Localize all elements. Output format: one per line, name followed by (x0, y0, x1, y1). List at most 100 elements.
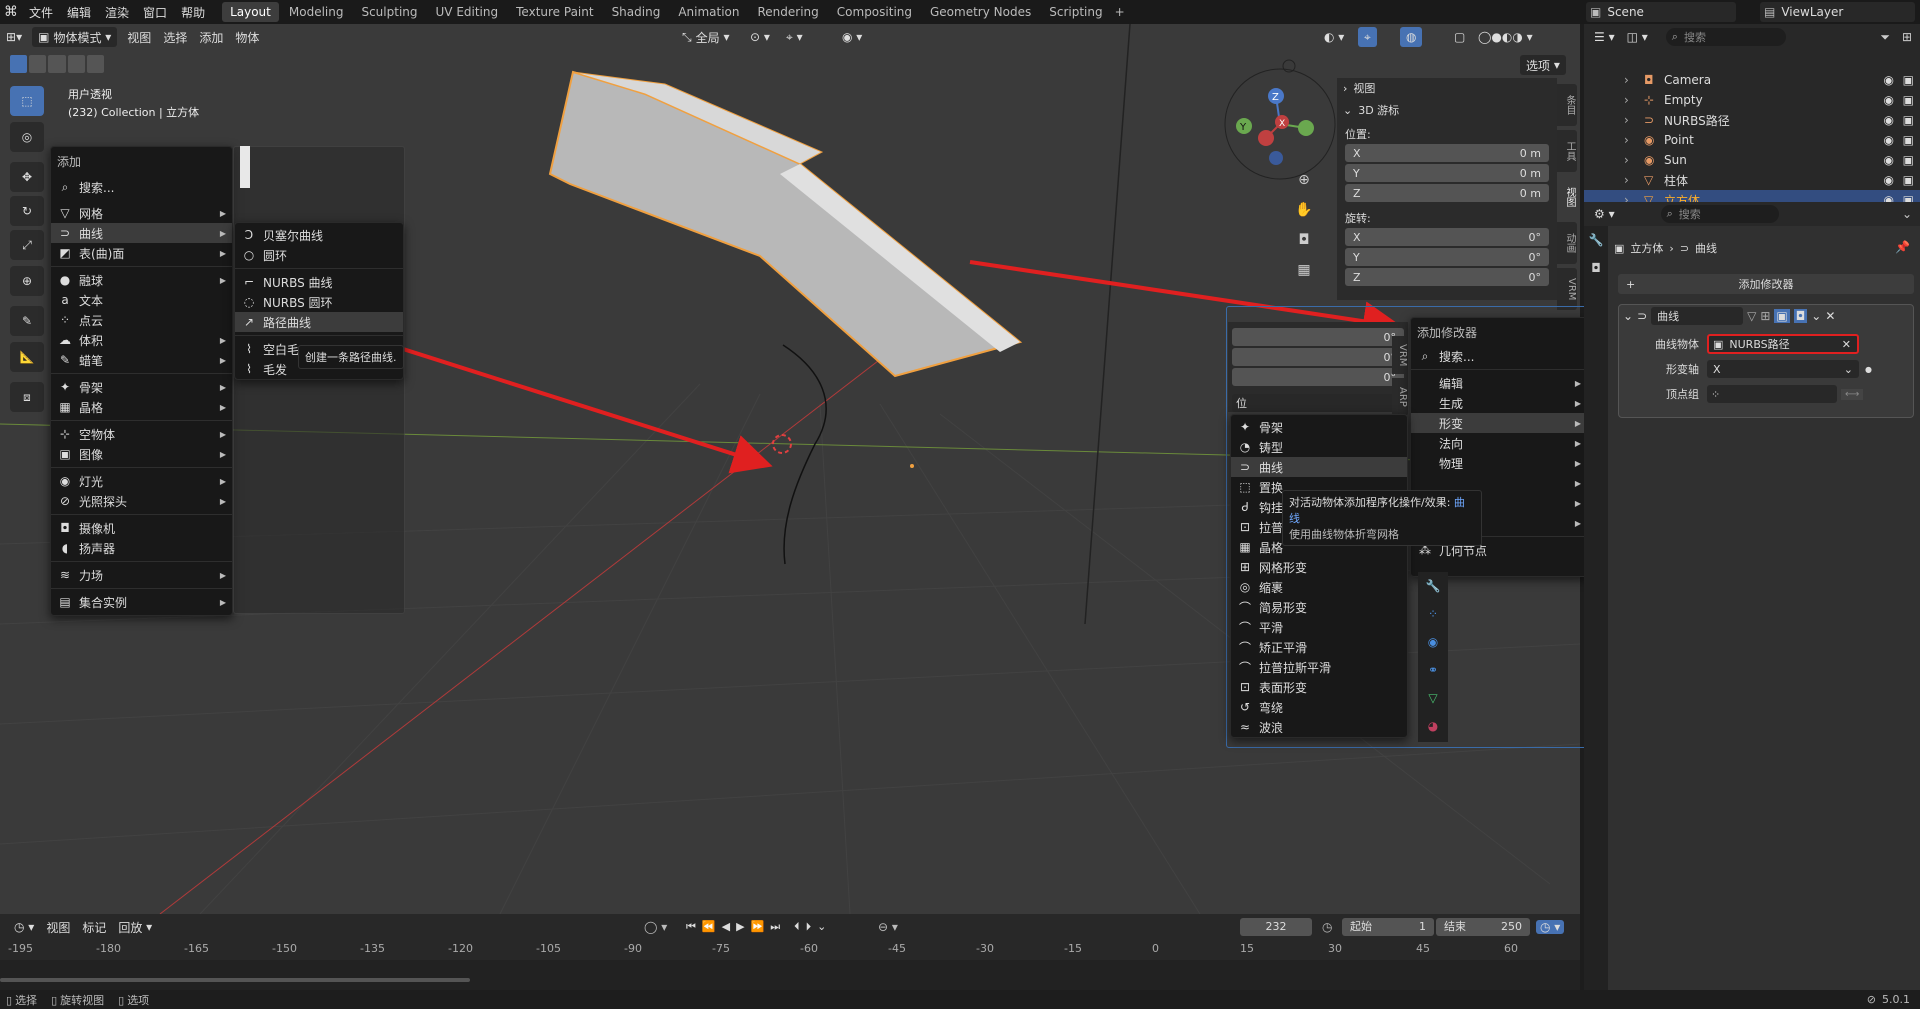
top-menu-item[interactable]: 文件 (22, 4, 60, 21)
eye-icon[interactable]: ◉ (1884, 173, 1894, 187)
pin-icon[interactable]: 📌 (1895, 240, 1910, 254)
start-frame-field[interactable]: 起始 1 (1342, 918, 1434, 936)
modifier-menu-icon[interactable]: ⌄ (1811, 309, 1821, 323)
outliner-row[interactable]: › ⊹ Empty ◉ ▣ (1584, 90, 1920, 110)
modifier-category[interactable]: 形变 ▶ (1411, 413, 1587, 433)
jump-start-icon[interactable]: ⏮ (686, 920, 696, 934)
top-menu-item[interactable]: 渲染 (98, 4, 136, 21)
workspace-tab[interactable]: Shading (604, 2, 669, 22)
modifier-category[interactable]: 生成 ▶ (1411, 393, 1587, 413)
modifier-category[interactable]: 法向 ▶ (1411, 433, 1587, 453)
particles-icon[interactable]: ⁘ (1418, 600, 1448, 628)
render-toggle-icon[interactable]: ◘ (1793, 309, 1808, 323)
curve-submenu-item[interactable]: Ↄ 贝塞尔曲线 (235, 225, 403, 245)
camera-render-icon[interactable]: ▣ (1903, 133, 1914, 147)
pan-hand-icon[interactable]: ✋ (1292, 202, 1316, 226)
workspace-tab[interactable]: Compositing (829, 2, 920, 22)
editor-type-button[interactable]: ⊞ ▾ (0, 27, 28, 47)
add-menu-item[interactable]: ▤ 集合实例 ▶ (51, 592, 232, 612)
end-frame-field[interactable]: 结束 250 (1436, 918, 1530, 936)
add-menu-item[interactable]: ● 融球 ▶ (51, 270, 232, 290)
top-menu-item[interactable]: 编辑 (60, 4, 98, 21)
deform-modifier-item[interactable]: ⊞ 网格形变 (1231, 557, 1407, 577)
new-collection-icon[interactable]: ⊞ (1902, 30, 1912, 44)
render-tab-icon[interactable]: ◘ (1584, 254, 1608, 282)
add-menu-item[interactable]: ☁ 体积 ▶ (51, 330, 232, 350)
modifier-category[interactable]: 编辑 ▶ (1411, 373, 1587, 393)
workspace-tab[interactable]: Modeling (281, 2, 352, 22)
camera-render-icon[interactable]: ▣ (1903, 153, 1914, 167)
prev-marker-icon[interactable]: ⏴ (794, 920, 800, 934)
overlay-toggle-icon[interactable]: ◍ (1400, 27, 1423, 47)
deform-modifier-item[interactable]: ⌒ 平滑 (1231, 617, 1407, 637)
add-menu-item[interactable]: ◩ 表(曲)面 ▶ (51, 243, 232, 263)
cursor-section-header[interactable]: ⌄ 3D 游标 (1337, 98, 1557, 122)
expand-arrow-icon[interactable]: › (1624, 113, 1644, 127)
measure-tool-button[interactable]: 📐 (10, 342, 44, 372)
display-mode-icon[interactable]: ◫ ▾ (1621, 27, 1654, 47)
outliner-row[interactable]: › ◘ Camera ◉ ▣ (1584, 70, 1920, 90)
camera-view-icon[interactable]: ◘ (1292, 232, 1316, 256)
outliner-row[interactable]: › ◉ Point ◉ ▣ (1584, 130, 1920, 150)
workspace-tab[interactable]: Texture Paint (508, 2, 601, 22)
deform-modifier-item[interactable]: ↺ 弯绕 (1231, 697, 1407, 717)
add-workspace-button[interactable]: + (1115, 5, 1125, 19)
eye-icon[interactable]: ◉ (1884, 133, 1894, 147)
sidebar-tab[interactable]: 工具 (1557, 130, 1577, 172)
jump-end-icon[interactable]: ⏭ (770, 920, 780, 934)
curve-submenu-item[interactable]: ◌ NURBS 圆环 (235, 292, 403, 312)
add-menu-item[interactable]: ▽ 网格 ▶ (51, 203, 232, 223)
add-menu-item[interactable]: ⊹ 空物体 ▶ (51, 424, 232, 444)
cage-toggle-icon[interactable]: ⊞ (1760, 309, 1770, 323)
sidebar-tab[interactable]: 动画 (1557, 222, 1577, 264)
vector-field[interactable]: Z 0° (1345, 268, 1549, 286)
curve-object-field[interactable]: ▣ NURBS路径 ✕ (1707, 334, 1859, 354)
add-menu-item[interactable]: ≋ 力场 ▶ (51, 565, 232, 585)
material-icon[interactable]: ◕ (1418, 712, 1448, 740)
add-menu-search[interactable]: ⌕ 搜索... (51, 177, 232, 197)
add-modifier-button[interactable]: + 添加修改器 (1618, 274, 1914, 294)
workspace-tab[interactable]: Scripting (1041, 2, 1110, 22)
viewport-menu-item[interactable]: 添加 (193, 27, 229, 47)
add-cube-tool-button[interactable]: ⧈ (10, 382, 44, 412)
eye-icon[interactable]: ◉ (1884, 73, 1894, 87)
timeline-scrollbar[interactable] (0, 978, 470, 982)
xray-toggle-icon[interactable]: ▢ (1448, 27, 1471, 47)
timeline-menu-item[interactable]: 标记 (76, 917, 112, 937)
add-menu-item[interactable]: ⁘ 点云 (51, 310, 232, 330)
workspace-tab[interactable]: Animation (670, 2, 747, 22)
outliner-search[interactable]: ⌕ 搜索 (1665, 28, 1786, 46)
properties-editor-icon[interactable]: ⚙ ▾ (1588, 204, 1621, 224)
add-menu-item[interactable]: ✎ 蜡笔 ▶ (51, 350, 232, 370)
sync-icon[interactable]: ⊖ ▾ (878, 920, 898, 934)
next-keyframe-icon[interactable]: ⏩ (751, 920, 765, 934)
zoom-icon[interactable]: ⊕ (1292, 172, 1316, 196)
auto-key-icon[interactable]: ◯ ▾ (644, 920, 667, 934)
move-tool-button[interactable]: ✥ (10, 162, 44, 192)
select-mode-buttons[interactable] (10, 55, 105, 73)
expand-arrow-icon[interactable]: › (1624, 93, 1644, 107)
expand-arrow-icon[interactable]: › (1624, 173, 1644, 187)
current-frame-field[interactable]: 232 (1240, 918, 1312, 936)
add-menu-item[interactable]: ✦ 骨架 ▶ (51, 377, 232, 397)
curve-submenu-item[interactable]: ○ 圆环 (235, 245, 403, 265)
use-preview-icon[interactable]: ◷ (1322, 920, 1332, 934)
cursor-tool-button[interactable]: ◎ (10, 122, 44, 152)
camera-render-icon[interactable]: ▣ (1903, 93, 1914, 107)
transform-orientation[interactable]: ⤡ 全局 ▾ (676, 27, 735, 47)
curve-submenu-item[interactable]: ⌐ NURBS 曲线 (235, 272, 403, 292)
top-menu-item[interactable]: 窗口 (136, 4, 174, 21)
filter-icon[interactable]: ⏷ (1880, 30, 1890, 45)
deform-modifier-item[interactable]: ✦ 骨架 (1231, 417, 1407, 437)
add-menu-item[interactable]: ◖ 扬声器 (51, 538, 232, 558)
proportional-edit-icon[interactable]: ◉ ▾ (836, 27, 868, 47)
timeline-ruler[interactable]: -195 -180 -165 -150 -135 -120 -105 -90 -75 -60 -45… (0, 940, 1580, 960)
deform-modifier-item[interactable]: ⊡ 表面形变 (1231, 677, 1407, 697)
pivot-icon[interactable]: ⊙ ▾ (744, 27, 776, 47)
viewport-menu-item[interactable]: 物体 (229, 27, 265, 47)
viewport-toggle-icon[interactable]: ▣ (1774, 309, 1790, 323)
next-marker-icon[interactable]: ⏵ (806, 920, 812, 934)
invert-toggle-icon[interactable]: ⟷ (1841, 388, 1864, 400)
play-reverse-icon[interactable]: ◀ (722, 920, 730, 934)
playback-menu-icon[interactable]: ⌄ (817, 920, 826, 934)
